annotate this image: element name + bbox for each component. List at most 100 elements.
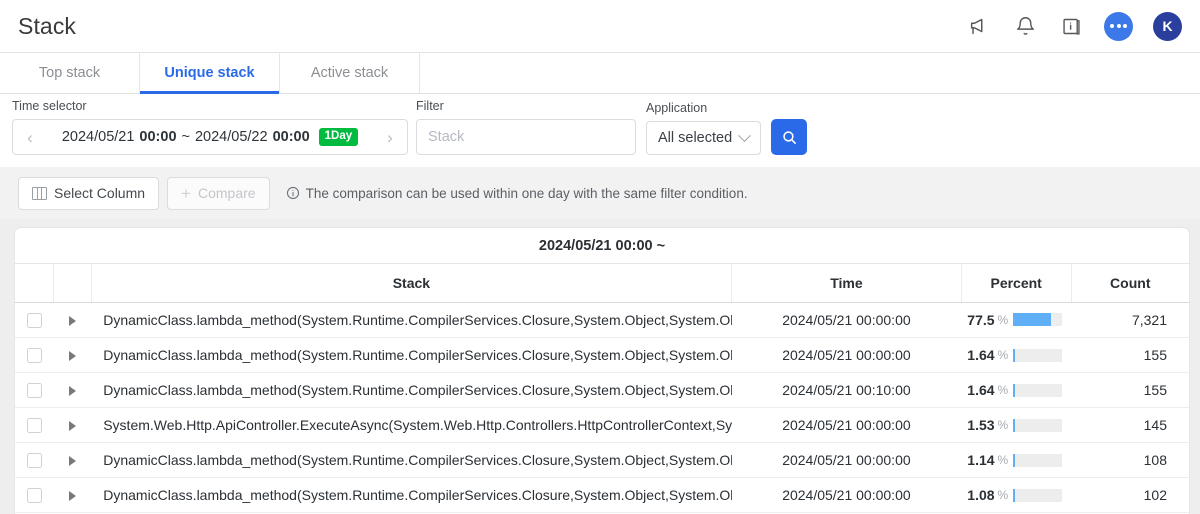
cell-count: 155 xyxy=(1071,337,1189,373)
time-end-time: 00:00 xyxy=(272,128,310,145)
cell-percent: 1.14% xyxy=(961,442,1072,478)
expand-arrow-icon[interactable] xyxy=(68,316,76,327)
application-select[interactable]: All selected xyxy=(646,121,762,155)
avatar[interactable]: K xyxy=(1153,11,1182,41)
table-row[interactable]: DynamicClass.lambda_method(System.Runtim… xyxy=(15,477,1189,513)
time-range-text: 2024/05/21 00:00 ~2024/05/22 00:00 1Day xyxy=(45,128,375,146)
prev-period-button[interactable]: ‹ xyxy=(21,129,39,146)
expand-arrow-icon[interactable] xyxy=(68,491,76,502)
row-expand-cell xyxy=(53,477,92,513)
chat-dots xyxy=(1110,24,1127,28)
percent-bar-fill xyxy=(1013,453,1015,467)
row-checkbox[interactable] xyxy=(26,453,42,469)
row-checkbox-cell xyxy=(15,302,54,338)
table-row[interactable]: DynamicClass.lambda_method(System.Runtim… xyxy=(15,337,1189,373)
table-row[interactable]: DynamicClass.lambda_method(System.Runtim… xyxy=(15,302,1189,338)
cell-count: 145 xyxy=(1071,407,1189,443)
percent-bar-fill xyxy=(1013,383,1015,397)
percent-bar-fill xyxy=(1013,313,1052,327)
table-body-scroll[interactable]: DynamicClass.lambda_method(System.Runtim… xyxy=(15,302,1189,514)
percent-value: 1.64 xyxy=(967,382,995,398)
row-expand-cell xyxy=(53,407,92,443)
cell-percent: 1.64% xyxy=(961,337,1072,373)
cell-time: 2024/05/21 00:00:00 xyxy=(731,477,962,513)
comparison-hint-text: The comparison can be used within one da… xyxy=(305,185,748,201)
row-expand-cell xyxy=(53,442,92,478)
cell-percent: 1.64% xyxy=(961,372,1072,408)
row-checkbox-cell xyxy=(15,407,54,443)
filter-label: Filter xyxy=(416,99,444,113)
info-book-icon[interactable] xyxy=(1058,13,1084,39)
row-checkbox-cell xyxy=(15,337,54,373)
table-toolbar: Select Column + Compare The comparison c… xyxy=(0,167,1200,219)
percent-value: 1.64 xyxy=(967,347,995,363)
row-checkbox[interactable] xyxy=(26,383,42,399)
cell-stack: DynamicClass.lambda_method(System.Runtim… xyxy=(91,302,732,338)
application-select-value: All selected xyxy=(658,130,733,146)
row-checkbox[interactable] xyxy=(26,313,42,329)
table-row[interactable]: DynamicClass.lambda_method(System.Runtim… xyxy=(15,442,1189,478)
row-checkbox[interactable] xyxy=(26,348,42,364)
percent-bar-fill xyxy=(1013,488,1015,502)
row-checkbox[interactable] xyxy=(26,488,42,504)
select-column-button[interactable]: Select Column xyxy=(18,176,160,210)
search-button[interactable] xyxy=(771,119,808,155)
table-row[interactable]: DynamicClass.lambda_method(System.Runtim… xyxy=(15,372,1189,408)
percent-bar-track xyxy=(1013,488,1063,502)
select-column-label: Select Column xyxy=(54,185,146,201)
row-checkbox[interactable] xyxy=(26,418,42,434)
cell-time: 2024/05/21 00:00:00 xyxy=(731,337,962,373)
percent-bar-track xyxy=(1013,418,1063,432)
cell-time: 2024/05/21 00:00:00 xyxy=(731,407,962,443)
cell-stack: DynamicClass.lambda_method(System.Runtim… xyxy=(91,442,732,478)
chat-icon[interactable] xyxy=(1104,11,1133,41)
row-expand-cell xyxy=(53,337,92,373)
tab-bar: Top stack Unique stack Active stack xyxy=(0,53,1200,94)
row-checkbox-cell xyxy=(15,477,54,513)
application-field: Application All selected xyxy=(646,101,762,155)
header-icon-group: K xyxy=(966,11,1182,41)
column-header-time[interactable]: Time xyxy=(731,264,962,303)
table-header-row: Stack Time Percent Count xyxy=(15,264,1189,303)
cell-count: 155 xyxy=(1071,372,1189,408)
expand-arrow-icon[interactable] xyxy=(68,456,76,467)
chevron-down-icon xyxy=(738,128,752,142)
tab-unique-stack[interactable]: Unique stack xyxy=(140,53,280,94)
percent-bar-track xyxy=(1013,453,1063,467)
cell-percent: 77.5% xyxy=(961,302,1072,338)
filter-row: Time selector ‹ 2024/05/21 00:00 ~2024/05/… xyxy=(0,94,1200,167)
column-header-percent[interactable]: Percent xyxy=(961,264,1072,303)
percent-wrap: 1.64% xyxy=(967,347,1063,363)
expand-arrow-icon[interactable] xyxy=(68,386,76,397)
percent-bar-fill xyxy=(1013,418,1015,432)
tab-active-stack[interactable]: Active stack xyxy=(280,53,420,93)
column-header-expand xyxy=(53,264,92,303)
percent-sign: % xyxy=(997,418,1009,432)
tab-top-stack[interactable]: Top stack xyxy=(0,53,140,93)
expand-arrow-icon[interactable] xyxy=(68,351,76,362)
time-end-date: 2024/05/22 xyxy=(194,128,268,145)
compare-button[interactable]: + Compare xyxy=(167,176,270,210)
column-header-count[interactable]: Count xyxy=(1071,264,1189,303)
megaphone-icon[interactable] xyxy=(966,13,992,39)
expand-arrow-icon[interactable] xyxy=(68,421,76,432)
next-period-button[interactable]: › xyxy=(381,129,399,146)
compare-label: Compare xyxy=(197,185,256,201)
column-header-stack[interactable]: Stack xyxy=(91,264,733,303)
cell-count: 7,321 xyxy=(1071,302,1189,338)
percent-bar-track xyxy=(1013,348,1063,362)
time-selector-box[interactable]: ‹ 2024/05/21 00:00 ~2024/05/22 00:00 1Day › xyxy=(12,119,408,155)
time-start-time: 00:00 xyxy=(139,128,177,145)
columns-icon xyxy=(32,186,47,200)
time-selector-field: Time selector ‹ 2024/05/21 00:00 ~2024/05/… xyxy=(12,99,408,155)
percent-sign: % xyxy=(997,383,1009,397)
table-period-title: 2024/05/21 00:00 ~ xyxy=(15,228,1189,264)
table-row[interactable]: System.Web.Http.ApiController.ExecuteAsy… xyxy=(15,407,1189,443)
row-expand-cell xyxy=(53,372,92,408)
search-input[interactable] xyxy=(416,119,636,155)
cell-percent: 1.53% xyxy=(961,407,1072,443)
plus-icon: + xyxy=(181,183,191,203)
bell-icon[interactable] xyxy=(1012,13,1038,39)
percent-sign: % xyxy=(997,348,1009,362)
percent-sign: % xyxy=(997,312,1009,327)
